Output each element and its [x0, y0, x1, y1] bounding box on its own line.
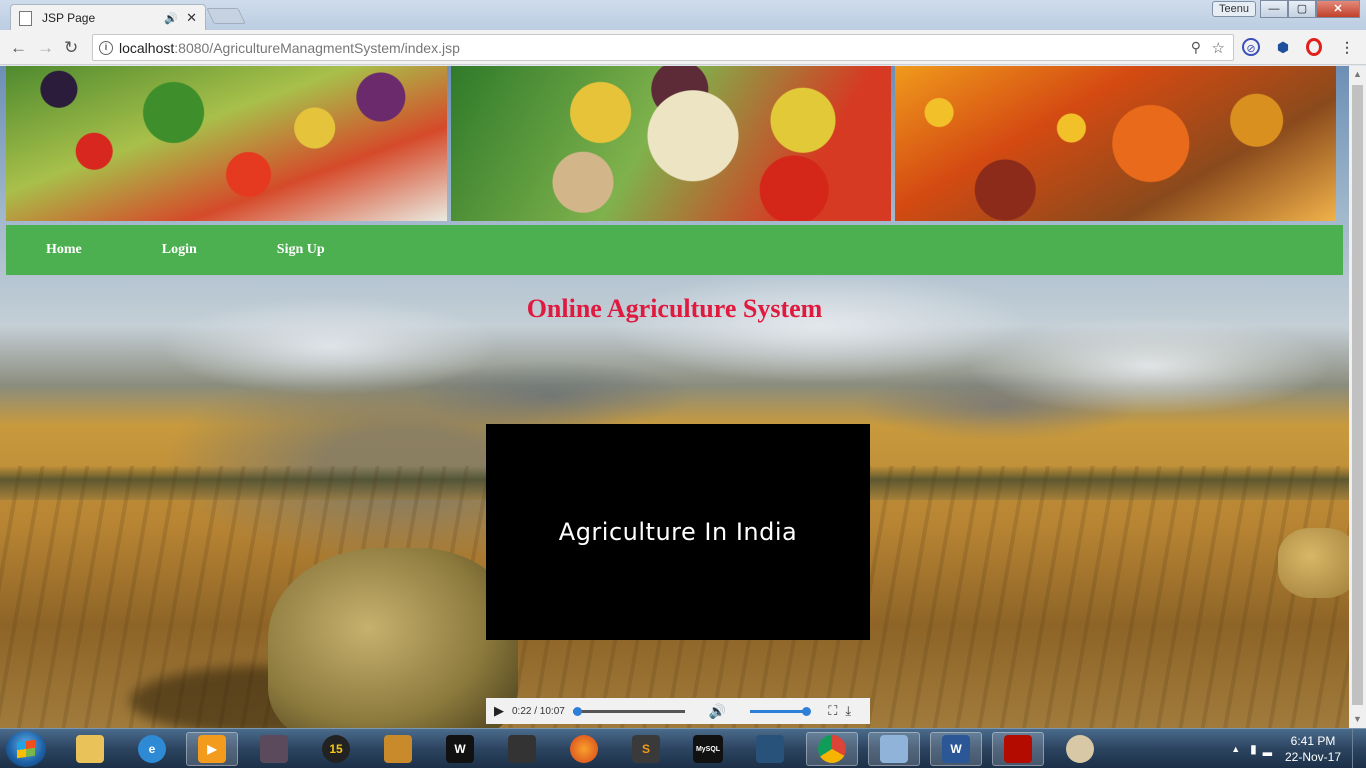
windows-taskbar: e ▶ 15 W S MySQL W ▲ ▮ ▂ 6:41 PM 22-Nov-… [0, 728, 1366, 768]
address-bar[interactable]: i localhost :8080/AgricultureManagmentSy… [92, 34, 1234, 61]
ie-icon[interactable]: e [126, 732, 178, 766]
header-banner [6, 66, 1337, 221]
window-titlebar: JSP Page 🔊 ✕ Teenu — ▢ ✕ [0, 0, 1366, 31]
fullscreen-icon[interactable]: ⛶ [828, 703, 837, 719]
browser-menu-icon[interactable]: ⋮ [1338, 38, 1356, 56]
game-icon[interactable] [248, 732, 300, 766]
vegetables-image [450, 66, 892, 221]
close-window-button[interactable]: ✕ [1316, 0, 1360, 18]
clock-time: 6:41 PM [1290, 734, 1336, 748]
nav-signup-link[interactable]: Sign Up [237, 242, 365, 258]
system-tray: ▲ ▮ ▂ 6:41 PM 22-Nov-17 [1231, 729, 1366, 768]
device-icon[interactable]: ▮ [1250, 742, 1257, 756]
folder-icon[interactable] [64, 732, 116, 766]
palette-icon[interactable] [1054, 732, 1106, 766]
zoom-icon[interactable]: ⚲ [1191, 39, 1201, 56]
tab-close-icon[interactable]: ✕ [186, 10, 197, 26]
download-icon[interactable]: ⤓ [845, 703, 851, 719]
tab-title: JSP Page [42, 11, 96, 25]
video-time: 0:22 / 10:07 [512, 705, 565, 717]
media-player-icon[interactable]: ▶ [186, 732, 238, 766]
minimize-button[interactable]: — [1260, 0, 1288, 18]
browser-toolbar: ← → ↻ i localhost :8080/AgricultureManag… [0, 30, 1366, 65]
maximize-button[interactable]: ▢ [1288, 0, 1316, 18]
scroll-down-icon[interactable]: ▼ [1349, 711, 1366, 728]
show-desktop-button[interactable] [1352, 729, 1366, 768]
nav-login-link[interactable]: Login [122, 242, 237, 258]
mysql-icon[interactable]: MySQL [682, 732, 734, 766]
forward-button[interactable]: → [37, 38, 54, 58]
firefox-icon[interactable] [558, 732, 610, 766]
url-path: :8080/AgricultureManagmentSystem/index.j… [174, 39, 460, 56]
bookmark-star-icon[interactable]: ☆ [1212, 39, 1225, 57]
back-button[interactable]: ← [10, 38, 27, 58]
speaker-icon[interactable]: 🔊 [164, 12, 178, 25]
video-controls: ▶ 0:22 / 10:07 🔊 ⛶ ⤓ [486, 698, 870, 724]
sublime-icon[interactable]: S [620, 732, 672, 766]
scroll-thumb[interactable] [1352, 85, 1363, 705]
vegetables-image [6, 66, 447, 221]
hay-bale-image [1278, 528, 1349, 598]
video-player[interactable]: Agriculture In India [486, 424, 870, 640]
play-icon[interactable]: ▶ [494, 703, 504, 719]
page-scrollbar[interactable]: ▲ ▼ [1349, 66, 1366, 728]
video-progress-knob[interactable] [572, 706, 582, 716]
site-info-icon[interactable]: i [99, 40, 113, 55]
opera-extension-icon[interactable] [1306, 38, 1322, 56]
url-host: localhost [119, 39, 175, 56]
start-button[interactable] [6, 731, 46, 767]
clock-date: 22-Nov-17 [1284, 750, 1342, 764]
page-title: Online Agriculture System [526, 294, 823, 323]
nav-home-link[interactable]: Home [6, 242, 122, 258]
page-viewport: Home Login Sign Up Online Agriculture Sy… [0, 66, 1349, 728]
network-icon[interactable]: ▂ [1263, 742, 1272, 756]
chrome-icon[interactable] [806, 732, 858, 766]
new-tab-button[interactable] [206, 8, 246, 24]
scroll-up-icon[interactable]: ▲ [1349, 66, 1366, 83]
badge-15-icon[interactable]: 15 [310, 732, 362, 766]
profile-button[interactable]: Teenu [1212, 1, 1256, 17]
volume-slider[interactable] [750, 706, 812, 716]
wwe-icon[interactable]: W [434, 732, 486, 766]
pdf-icon[interactable] [992, 732, 1044, 766]
volume-fill [750, 709, 807, 713]
hay-bale-image [268, 548, 518, 728]
cube-extension-icon[interactable]: ⬢ [1274, 38, 1292, 56]
reload-button[interactable]: ↻ [64, 38, 78, 58]
tray-expand-icon[interactable]: ▲ [1231, 744, 1240, 754]
main-nav: Home Login Sign Up [6, 225, 1343, 275]
video-progress-slider[interactable] [572, 706, 685, 716]
word-icon[interactable]: W [930, 732, 982, 766]
harvest-image [895, 66, 1337, 221]
volume-knob[interactable] [802, 706, 812, 716]
windows-logo-icon [17, 739, 35, 759]
volume-icon[interactable]: 🔊 [709, 703, 726, 720]
window-controls: — ▢ ✕ [1260, 0, 1360, 18]
page-favicon-icon [19, 10, 32, 26]
adblock-extension-icon[interactable]: ⊘ [1242, 38, 1260, 56]
dolphin-icon[interactable] [744, 732, 796, 766]
sleeping-dogs-icon[interactable] [496, 732, 548, 766]
video-caption: Agriculture In India [558, 518, 798, 546]
cs-icon[interactable] [372, 732, 424, 766]
browser-tab[interactable]: JSP Page 🔊 ✕ [10, 4, 206, 31]
cube-icon[interactable] [868, 732, 920, 766]
clock[interactable]: 6:41 PM 22-Nov-17 [1278, 733, 1348, 765]
